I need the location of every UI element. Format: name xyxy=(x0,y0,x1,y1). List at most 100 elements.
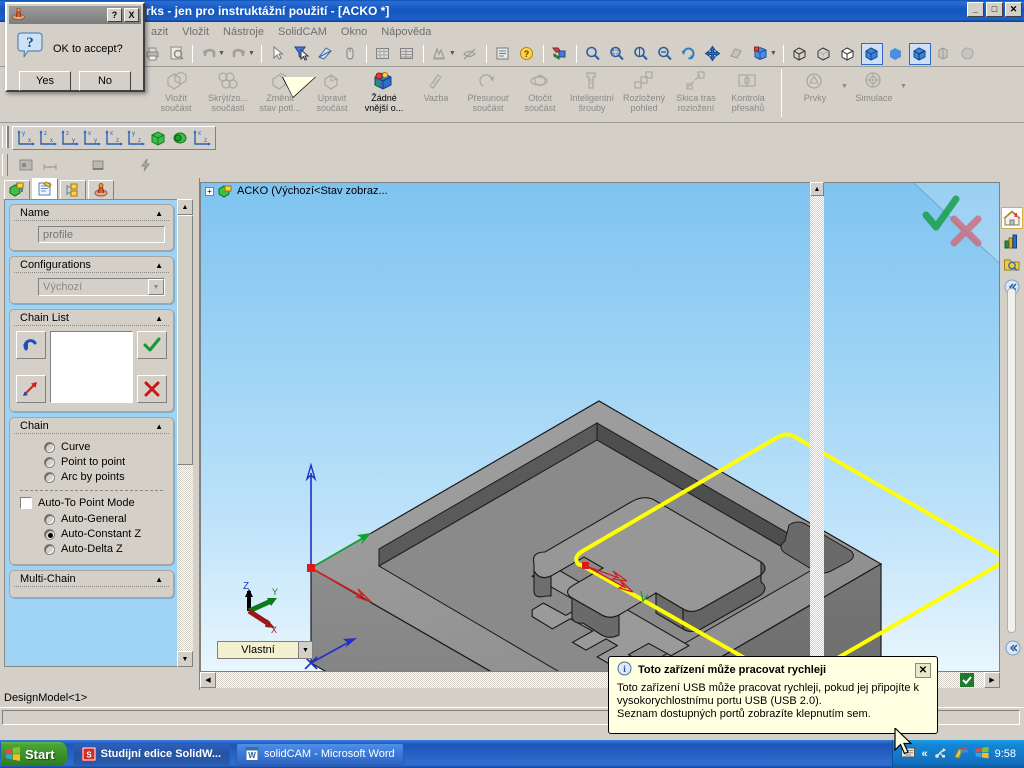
radio-row-auto-constant-z[interactable]: Auto-Constant Z xyxy=(44,528,165,540)
menu-item-okno[interactable]: Okno xyxy=(334,24,374,40)
grid-icon[interactable] xyxy=(396,43,418,65)
collapse-panel-2-icon[interactable] xyxy=(1002,637,1024,659)
zoom-fit-icon[interactable] xyxy=(582,43,604,65)
group-header-configurations[interactable]: Configurations ▲ xyxy=(14,257,169,273)
file-explorer-icon[interactable] xyxy=(1001,253,1023,275)
section-view-icon[interactable] xyxy=(372,43,394,65)
shaded-icon[interactable] xyxy=(885,43,907,65)
dialog-help-button[interactable]: ? xyxy=(107,8,122,22)
dimension-icon[interactable] xyxy=(38,156,62,174)
vscroll-up-button[interactable]: ▲ xyxy=(810,182,824,196)
view-yz-icon[interactable]: yz xyxy=(125,128,147,148)
view-zy-icon[interactable]: zy xyxy=(59,128,81,148)
menu-item-napoveda[interactable]: Nápověda xyxy=(374,24,438,40)
accept-chain-button[interactable] xyxy=(137,331,167,359)
scroll-down-button[interactable]: ▼ xyxy=(177,651,193,667)
help-icon[interactable]: ? xyxy=(516,43,538,65)
ribbon-item-no-external-references[interactable]: Žádné vnější o... xyxy=(358,67,410,121)
taskbar-item-solidworks[interactable]: S Studijní edice SolidW... xyxy=(72,743,231,765)
ribbon-item-rotate-component[interactable]: Otočit součást xyxy=(514,67,566,121)
close-button[interactable]: ✕ xyxy=(1005,2,1022,17)
isometric-cube-icon[interactable] xyxy=(147,128,169,148)
viewport-vertical-scrollbar[interactable]: ▲ ▼ xyxy=(810,182,824,672)
undo-chain-button[interactable] xyxy=(16,331,46,359)
radio-row-auto-general[interactable]: Auto-General xyxy=(44,513,165,525)
assembly-ribbon[interactable]: Vložit součást Skrýt/zo... součásti Změn… xyxy=(0,67,1024,123)
name-input[interactable] xyxy=(38,226,165,243)
group-header-name[interactable]: Name ▲ xyxy=(14,205,169,221)
scroll-thumb[interactable] xyxy=(177,215,193,465)
group-header-multi-chain[interactable]: Multi-Chain ▲ xyxy=(14,571,169,587)
ribbon-item-move-component[interactable]: Přesunout součást xyxy=(462,67,514,121)
balloon-close-button[interactable]: ✕ xyxy=(915,662,931,678)
taskbar[interactable]: Start S Studijní edice SolidW... W solid… xyxy=(0,740,1024,768)
ribbon-item-exploded-view[interactable]: Rozložený pohled xyxy=(618,67,670,121)
panel-tabs[interactable] xyxy=(4,178,116,200)
yes-button[interactable]: Yes xyxy=(19,71,71,91)
quick-snap-icon[interactable] xyxy=(134,156,158,174)
zoom-area-icon[interactable] xyxy=(606,43,628,65)
menu-item-vlozit[interactable]: Vložit xyxy=(175,24,216,40)
sketch-tools-toolbar[interactable] xyxy=(0,152,1024,178)
select-arrow-icon[interactable] xyxy=(267,43,289,65)
realview-icon[interactable] xyxy=(957,43,979,65)
ribbon-item-insert-component[interactable]: Vložit součást xyxy=(150,67,202,121)
radio-row-auto-delta-z[interactable]: Auto-Delta Z xyxy=(44,543,165,555)
chevron-down-icon[interactable]: ▼ xyxy=(298,642,312,658)
ribbon-item-mate[interactable]: Vazba xyxy=(410,67,462,121)
design-library-icon[interactable] xyxy=(1001,230,1023,252)
ribbon-item-smart-fasteners[interactable]: Inteligentní šrouby xyxy=(566,67,618,121)
ribbon-item-interference-detection[interactable]: Kontrola přesahů xyxy=(722,67,774,121)
hide-show-icon[interactable] xyxy=(459,43,481,65)
zoom-out-icon[interactable] xyxy=(654,43,676,65)
undo-icon[interactable] xyxy=(198,43,220,65)
ribbon-item-explode-line-sketch[interactable]: Skica tras rozložení xyxy=(670,67,722,121)
print-preview-icon[interactable] xyxy=(165,43,187,65)
display-manager-tab[interactable] xyxy=(88,180,114,200)
pan-icon[interactable] xyxy=(702,43,724,65)
solidworks-resources-icon[interactable] xyxy=(1001,207,1023,229)
graphics-viewport[interactable]: + ACKO (Výchozí<Stav zobraz... Z Y X Vla… xyxy=(200,182,1000,672)
constrain-icon[interactable] xyxy=(86,156,110,174)
rebuild-icon[interactable] xyxy=(549,43,571,65)
usb-notification-balloon[interactable]: i Toto zařízení může pracovat rychleji ✕… xyxy=(608,656,938,734)
menubar[interactable]: azit Vložit Nástroje SolidCAM Okno Nápov… xyxy=(0,22,1024,59)
group-header-chain-list[interactable]: Chain List ▲ xyxy=(14,310,169,326)
filter-icon[interactable] xyxy=(291,43,313,65)
wireframe-icon[interactable] xyxy=(789,43,811,65)
perspective-icon[interactable] xyxy=(908,42,931,65)
undo-dropdown-icon[interactable]: ▼ xyxy=(218,50,225,57)
shaded-with-edges-icon[interactable] xyxy=(860,42,883,65)
view-orientation-icon[interactable] xyxy=(750,43,772,65)
three-d-model[interactable] xyxy=(201,183,1000,672)
scroll-up-button[interactable]: ▲ xyxy=(177,199,193,215)
balloon-line-3[interactable]: Seznam dostupných portů zobrazíte klepnu… xyxy=(617,708,929,721)
clock[interactable]: 9:58 xyxy=(995,748,1016,760)
radio-auto-constant-z[interactable] xyxy=(44,528,55,540)
measure-icon[interactable] xyxy=(315,43,337,65)
collapse-chevron-up-icon[interactable]: ▲ xyxy=(155,261,163,270)
radio-curve[interactable] xyxy=(44,441,55,453)
zoom-selection-icon[interactable] xyxy=(630,43,652,65)
hidden-lines-visible-icon[interactable] xyxy=(813,43,835,65)
collapse-chevron-up-icon[interactable]: ▲ xyxy=(155,314,163,323)
checkbox-row-auto-to-point-mode[interactable]: Auto-To Point Mode xyxy=(20,497,165,509)
redo-icon[interactable] xyxy=(228,43,250,65)
configurations-combo[interactable]: Výchozí ▼ xyxy=(38,278,165,296)
task-pane-dock[interactable] xyxy=(1000,178,1024,690)
toolbar-grip-2[interactable] xyxy=(6,126,9,148)
taskbar-item-word[interactable]: W solidCAM - Microsoft Word xyxy=(236,743,404,765)
redo-dropdown-icon[interactable]: ▼ xyxy=(248,50,255,57)
sketch-plane-icon[interactable] xyxy=(14,156,38,174)
appearance-dropdown-icon[interactable]: ▼ xyxy=(449,50,456,57)
checkbox-auto-to-point-mode[interactable] xyxy=(20,497,32,509)
property-manager-tab[interactable] xyxy=(32,178,58,200)
usb-device-icon[interactable] xyxy=(934,746,948,762)
panel-scrollbar[interactable]: ▲ ▼ xyxy=(177,199,193,667)
appearance-icon[interactable] xyxy=(429,43,451,65)
menu-item-azit[interactable]: azit xyxy=(144,24,175,40)
menu-item-solidcam[interactable]: SolidCAM xyxy=(271,24,334,40)
task-pane-handle[interactable] xyxy=(1007,288,1016,633)
radio-row-point-to-point[interactable]: Point to point xyxy=(44,456,165,468)
radio-point-to-point[interactable] xyxy=(44,456,55,468)
